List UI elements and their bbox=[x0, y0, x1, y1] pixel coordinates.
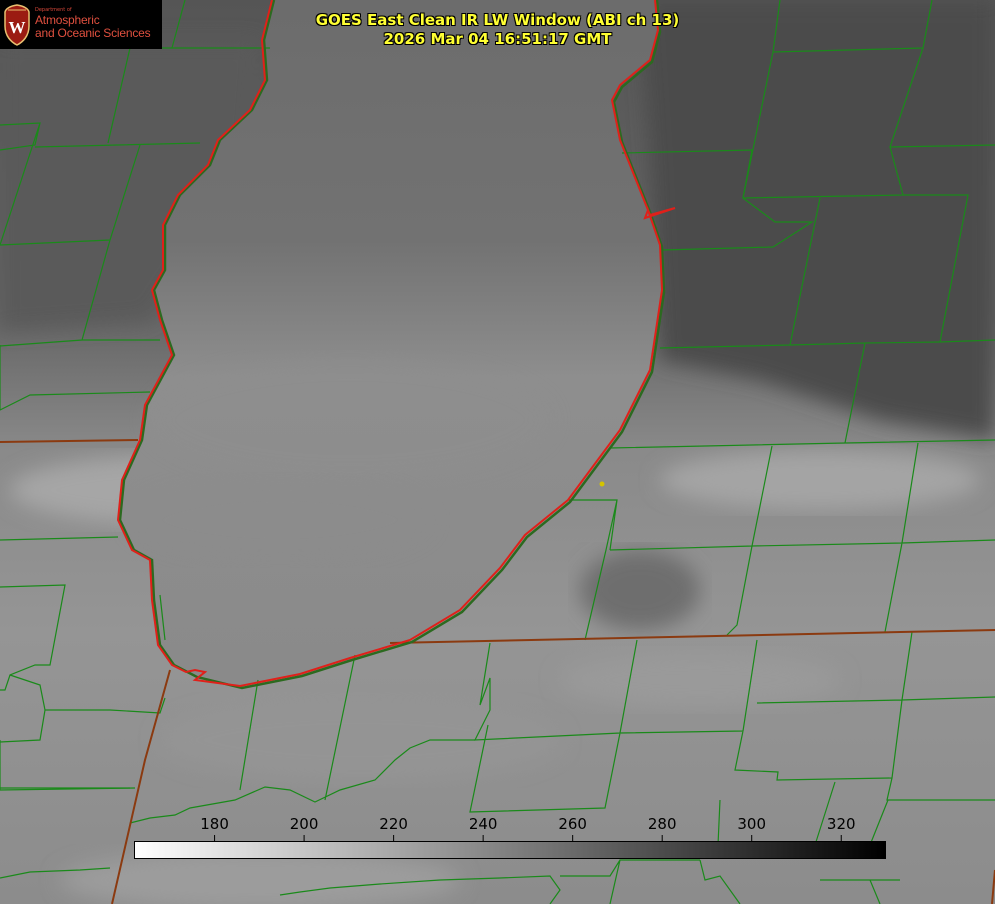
colorbar-tick-label: 300 bbox=[737, 815, 767, 833]
uw-aos-logo[interactable]: W Department of Atmospheric and Oceanic … bbox=[0, 0, 162, 49]
uw-crest-icon: W bbox=[4, 4, 30, 46]
colorbar-tick-label: 320 bbox=[826, 815, 856, 833]
colorbar-tick-label: 200 bbox=[289, 815, 319, 833]
colorbar-tick-label: 220 bbox=[379, 815, 408, 833]
satellite-image-viewer: W Department of Atmospheric and Oceanic … bbox=[0, 0, 995, 904]
colorbar-tick-label: 280 bbox=[647, 815, 677, 833]
ir-satellite-imagery bbox=[0, 0, 995, 904]
logo-line-1: Atmospheric bbox=[35, 13, 100, 27]
colorbar-tick-label: 180 bbox=[200, 815, 229, 833]
colorbar-tick-label: 240 bbox=[468, 815, 498, 833]
colorbar bbox=[134, 841, 886, 859]
colorbar-tick-label: 260 bbox=[558, 815, 587, 833]
svg-text:W: W bbox=[9, 18, 26, 37]
location-marker bbox=[599, 481, 605, 487]
logo-line-2: and Oceanic Sciences bbox=[35, 26, 151, 40]
